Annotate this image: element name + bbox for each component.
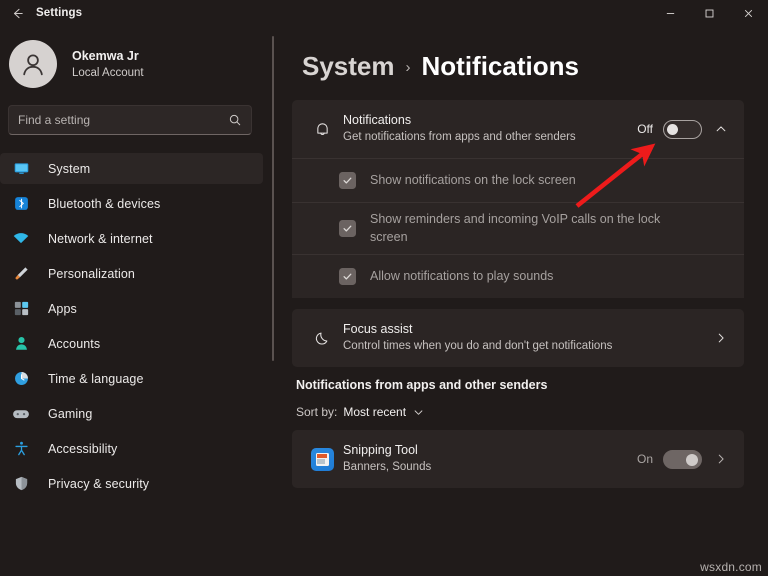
sidebar: Okemwa Jr Local Account Find a setting S… [0,26,274,576]
focus-assist-subtitle: Control times when you do and don't get … [343,340,613,353]
app-toggle[interactable] [663,449,702,469]
watermark: wsxdn.com [700,560,762,574]
notifications-title: Notifications [343,113,412,128]
page-title: Notifications [421,51,579,81]
user-profile[interactable]: Okemwa Jr Local Account [0,26,263,102]
shield-icon [10,475,32,492]
app-toggle-state: On [636,452,653,466]
sub-option-lock-screen[interactable]: Show notifications on the lock screen [292,158,744,202]
profile-name: Okemwa Jr [72,48,139,63]
sub-option-voip-calls[interactable]: Show reminders and incoming VoIP calls o… [292,202,744,254]
moon-icon [305,329,339,348]
sidebar-item-gaming[interactable]: Gaming [0,398,263,429]
checkbox-checked-icon[interactable] [339,268,356,285]
chevron-up-icon[interactable] [712,122,730,136]
chevron-down-icon[interactable] [412,406,425,419]
sidebar-item-label: System [48,161,91,176]
window-title: Settings [36,7,83,19]
back-arrow-icon [10,6,25,21]
notifications-card: Notifications Get notifications from app… [292,100,744,158]
app-notification-row-snipping-tool[interactable]: Snipping Tool Banners, Sounds On [292,430,744,488]
wifi-icon [10,230,32,248]
sidebar-item-label: Privacy & security [48,476,150,491]
sub-option-play-sounds[interactable]: Allow notifications to play sounds [292,254,744,298]
close-icon [743,8,754,19]
sidebar-item-label: Personalization [48,266,135,281]
sidebar-item-label: Time & language [48,371,144,386]
sort-by-control[interactable]: Sort by: Most recent [296,405,744,419]
accessibility-icon [10,440,32,457]
breadcrumb: System › Notifications [288,26,768,100]
notifications-toggle[interactable] [663,119,702,139]
sidebar-item-privacy-security[interactable]: Privacy & security [0,468,263,499]
checkbox-checked-icon[interactable] [339,220,356,237]
snipping-tool-icon [305,447,339,471]
breadcrumb-parent[interactable]: System [302,51,395,82]
app-row[interactable]: Snipping Tool Banners, Sounds On [292,430,744,488]
main-content: System › Notifications Notifications Get… [274,26,768,576]
avatar [9,40,57,88]
chevron-right-icon[interactable] [712,452,730,466]
sub-option-label: Show notifications on the lock screen [370,172,576,187]
sidebar-item-accounts[interactable]: Accounts [0,328,263,359]
app-name: Snipping Tool [343,443,418,458]
bell-icon [305,120,339,139]
close-button[interactable] [729,0,768,26]
sidebar-item-label: Gaming [48,406,93,421]
sidebar-item-personalization[interactable]: Personalization [0,258,263,289]
account-person-icon [10,335,32,352]
chevron-right-icon[interactable] [712,331,730,345]
minimize-button[interactable] [651,0,690,26]
sidebar-item-system[interactable]: System [0,153,263,184]
sub-option-label: Show reminders and incoming VoIP calls o… [370,212,661,244]
focus-assist-card[interactable]: Focus assist Control times when you do a… [292,309,744,367]
notifications-row[interactable]: Notifications Get notifications from app… [292,100,744,158]
sub-option-label: Allow notifications to play sounds [370,268,554,283]
breadcrumb-separator-icon: › [405,59,411,76]
clock-icon [10,370,32,387]
settings-panel: Notifications Get notifications from app… [292,100,744,488]
search-box[interactable] [8,105,252,135]
sidebar-item-time-language[interactable]: Time & language [0,363,263,394]
sidebar-nav: System Bluetooth & devices Network & int… [0,145,263,499]
maximize-button[interactable] [690,0,729,26]
maximize-icon [704,8,715,19]
apps-grid-icon [10,300,32,317]
apps-section-heading: Notifications from apps and other sender… [296,378,548,392]
app-detail: Banners, Sounds [343,461,432,474]
back-button[interactable] [0,0,34,26]
bluetooth-icon [10,195,32,212]
minimize-icon [665,8,676,19]
checkbox-checked-icon[interactable] [339,172,356,189]
sidebar-item-label: Network & internet [48,231,153,246]
sort-by-value: Most recent [343,405,407,419]
notification-sub-options: Show notifications on the lock screen Sh… [292,158,744,298]
sidebar-item-label: Apps [48,301,77,316]
sidebar-item-apps[interactable]: Apps [0,293,263,324]
notifications-toggle-state: Off [637,122,653,136]
sidebar-item-bluetooth-devices[interactable]: Bluetooth & devices [0,188,263,219]
focus-assist-title: Focus assist [343,322,413,337]
search-icon [228,113,242,127]
sidebar-item-label: Bluetooth & devices [48,196,161,211]
sidebar-item-label: Accounts [48,336,101,351]
person-avatar-icon [18,49,48,79]
paintbrush-icon [10,265,32,282]
search-input[interactable] [18,113,228,127]
sidebar-item-network-internet[interactable]: Network & internet [0,223,263,254]
sidebar-item-label: Accessibility [48,441,118,456]
notifications-subtitle: Get notifications from apps and other se… [343,131,576,144]
sort-by-label: Sort by: [296,405,338,419]
gamepad-icon [10,405,32,423]
title-bar: Settings [0,0,768,26]
sidebar-item-accessibility[interactable]: Accessibility [0,433,263,464]
settings-window: Settings Okemwa Jr Local Account Find a … [0,0,768,576]
focus-assist-row[interactable]: Focus assist Control times when you do a… [292,309,744,367]
profile-subtitle: Local Account [72,66,144,79]
monitor-icon [10,160,32,177]
